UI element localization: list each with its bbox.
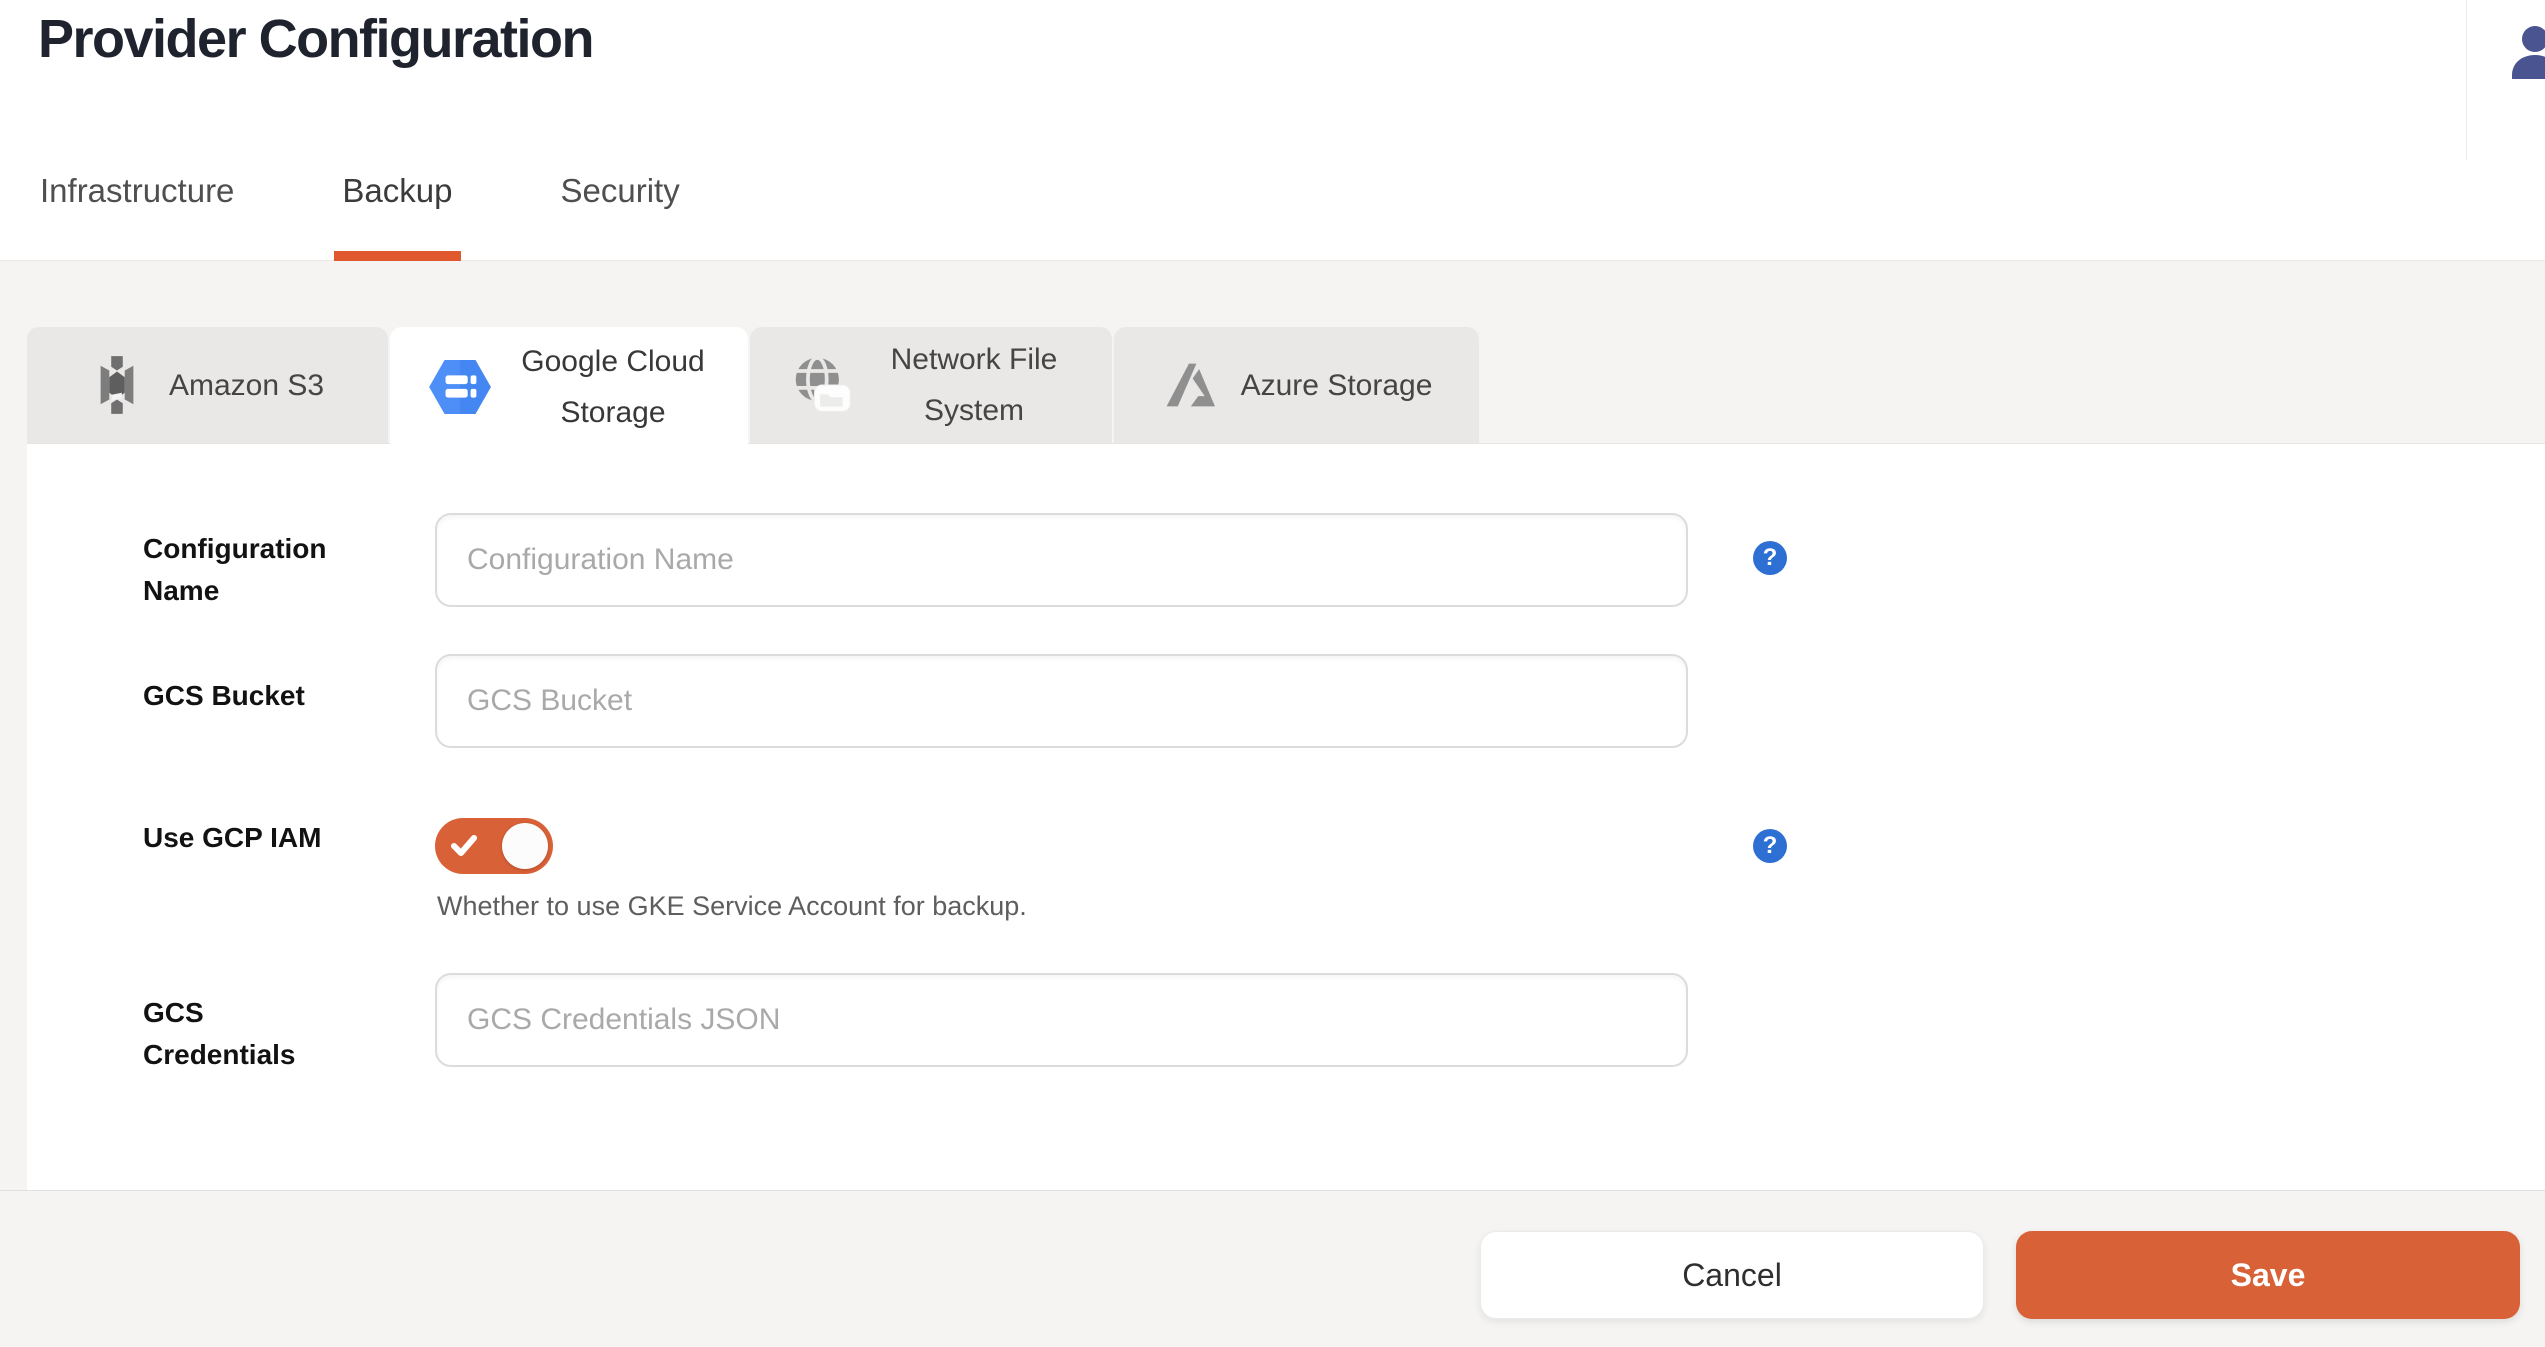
tab-backup[interactable]: Backup bbox=[334, 158, 460, 261]
provider-tab-amazon-s3[interactable]: Amazon S3 bbox=[27, 327, 388, 443]
provider-tab-network-file-system[interactable]: Network File System bbox=[750, 327, 1112, 443]
tab-infrastructure[interactable]: Infrastructure bbox=[32, 158, 242, 261]
toggle-knob bbox=[502, 823, 548, 869]
gcs-credentials-label: GCS Credentials bbox=[143, 992, 351, 1076]
use-gcp-iam-help-icon[interactable]: ? bbox=[1753, 829, 1787, 863]
footer-action-bar: Cancel Save bbox=[0, 1190, 2545, 1347]
google-cloud-storage-icon bbox=[429, 360, 491, 414]
use-gcp-iam-toggle[interactable] bbox=[435, 818, 553, 874]
gcs-bucket-input[interactable] bbox=[435, 654, 1688, 748]
configuration-name-help-icon[interactable]: ? bbox=[1753, 541, 1787, 575]
provider-tab-label: Network File System bbox=[878, 334, 1070, 436]
checkmark-icon bbox=[451, 834, 477, 858]
user-avatar-icon[interactable] bbox=[2509, 26, 2545, 80]
provider-tab-label: Google Cloud Storage bbox=[517, 336, 709, 438]
use-gcp-iam-helper-text: Whether to use GKE Service Account for b… bbox=[437, 891, 1027, 922]
nav-tabs: Infrastructure Backup Security bbox=[32, 158, 688, 261]
save-button[interactable]: Save bbox=[2016, 1231, 2520, 1319]
azure-storage-icon bbox=[1161, 361, 1215, 409]
header: Provider Configuration Infrastructure Ba… bbox=[0, 0, 2545, 261]
provider-tab-google-cloud-storage[interactable]: Google Cloud Storage bbox=[390, 327, 748, 447]
gcs-credentials-input[interactable] bbox=[435, 973, 1688, 1067]
configuration-name-label: Configuration Name bbox=[143, 528, 351, 612]
use-gcp-iam-label: Use GCP IAM bbox=[143, 817, 351, 859]
cancel-button[interactable]: Cancel bbox=[1480, 1231, 1984, 1319]
provider-tab-azure-storage[interactable]: Azure Storage bbox=[1114, 327, 1479, 443]
provider-tab-label: Amazon S3 bbox=[169, 360, 324, 411]
configuration-name-input[interactable] bbox=[435, 513, 1688, 607]
network-file-system-icon bbox=[792, 356, 852, 414]
person-icon bbox=[2509, 26, 2545, 80]
amazon-s3-icon bbox=[91, 354, 143, 416]
tab-security[interactable]: Security bbox=[553, 158, 688, 261]
provider-tabs: Amazon S3 Google Cloud Storage bbox=[27, 327, 1479, 443]
provider-tab-label: Azure Storage bbox=[1241, 360, 1433, 411]
header-divider bbox=[2466, 0, 2467, 160]
provider-config-card: Configuration Name ? GCS Bucket Use GCP … bbox=[27, 443, 2545, 1190]
page-title: Provider Configuration bbox=[38, 8, 593, 70]
gcs-bucket-label: GCS Bucket bbox=[143, 675, 351, 717]
